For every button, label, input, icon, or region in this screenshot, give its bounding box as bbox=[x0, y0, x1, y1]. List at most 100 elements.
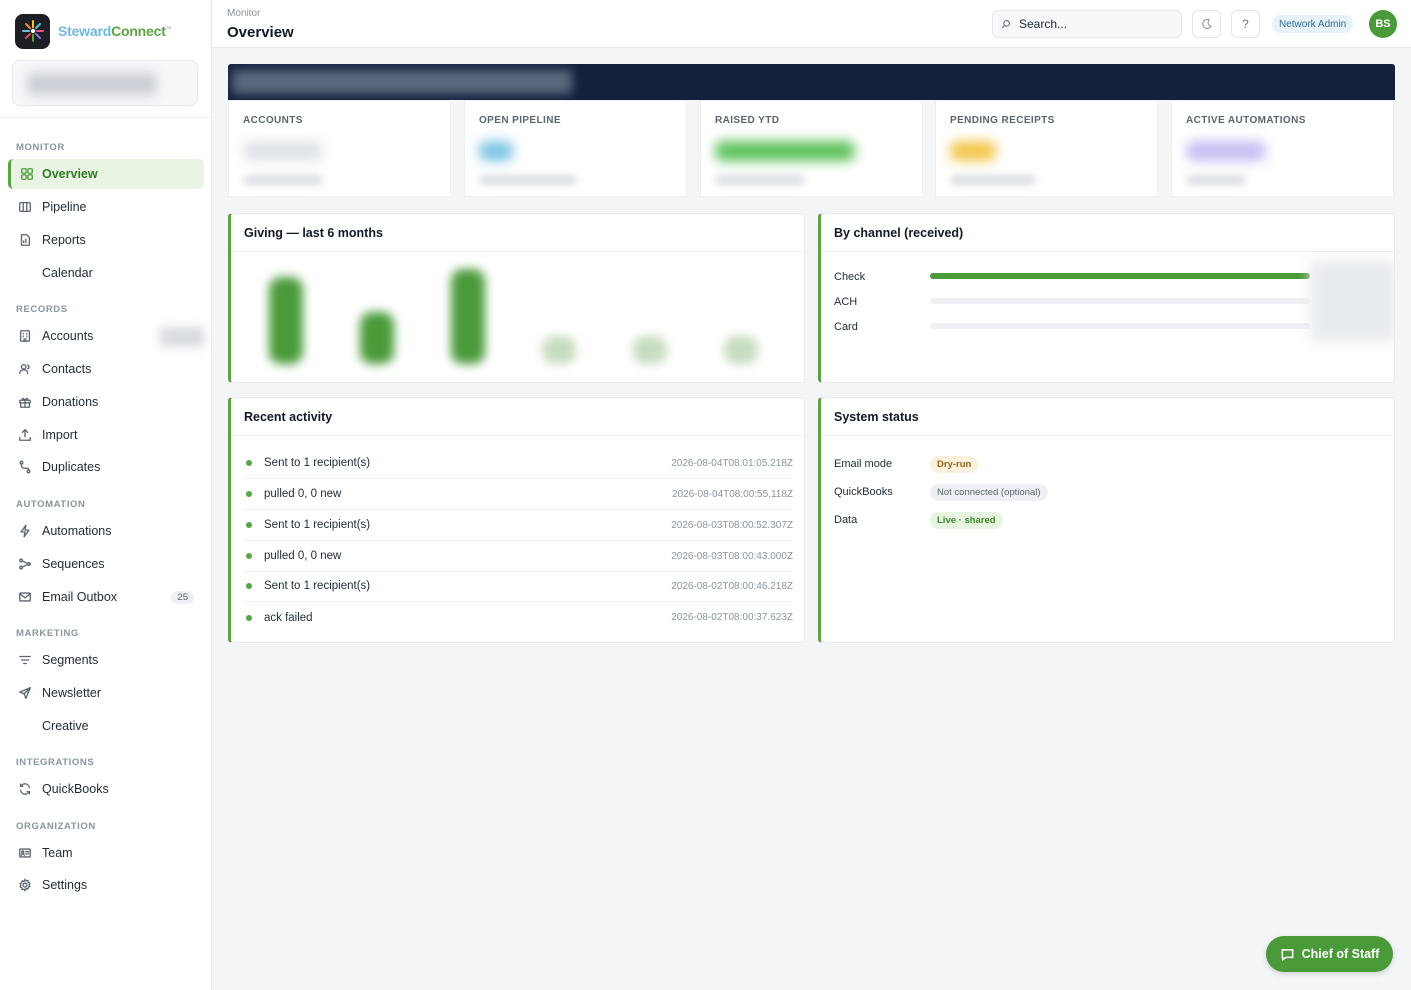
users-icon bbox=[19, 363, 30, 375]
giving-bar bbox=[451, 269, 485, 364]
logo-icon bbox=[15, 13, 50, 49]
status-dot bbox=[246, 553, 252, 559]
sidebar-item-pipeline[interactable]: Pipeline bbox=[8, 192, 204, 222]
help-button[interactable]: ? bbox=[1231, 10, 1260, 38]
sidebar-item-sequences[interactable]: Sequences bbox=[8, 549, 204, 579]
brand-name: StewardConnect™ bbox=[58, 23, 172, 39]
giving-bar bbox=[269, 276, 303, 364]
moon-icon bbox=[1201, 18, 1212, 29]
activity-timestamp: 2026-08-04T08:00:55.118Z bbox=[671, 488, 793, 500]
nav-section-records: RECORDS bbox=[16, 304, 68, 315]
redacted-organization-name bbox=[27, 73, 157, 95]
page-title: Overview bbox=[227, 24, 294, 41]
kpi-label: PENDING RECEIPTS bbox=[950, 115, 1055, 126]
sidebar-item-reports[interactable]: Reports bbox=[8, 225, 204, 255]
sidebar-item-creative[interactable]: Creative bbox=[8, 711, 204, 741]
activity-row[interactable]: pulled 0, 0 new 2026-08-03T08:00:43.000Z bbox=[244, 541, 793, 572]
kpi-label: RAISED YTD bbox=[715, 115, 780, 126]
activity-row[interactable]: Sent to 1 recipient(s) 2026-08-04T08:01:… bbox=[244, 448, 793, 479]
search-icon bbox=[1001, 20, 1010, 29]
kpi-card-pending-receipts[interactable]: PENDING RECEIPTS bbox=[935, 100, 1158, 197]
avatar[interactable]: BS bbox=[1369, 10, 1397, 38]
sidebar-item-label: Import bbox=[42, 428, 78, 442]
refresh-icon bbox=[19, 783, 31, 795]
sidebar-item-donations[interactable]: Donations bbox=[8, 387, 204, 417]
sidebar-item-newsletter[interactable]: Newsletter bbox=[8, 678, 204, 708]
sidebar-item-accounts[interactable]: Accounts bbox=[8, 321, 204, 351]
sidebar-item-settings[interactable]: Settings bbox=[8, 870, 204, 900]
activity-text: pulled 0, 0 new bbox=[264, 550, 342, 562]
kpi-card-active-automations[interactable]: ACTIVE AUTOMATIONS bbox=[1171, 100, 1394, 197]
search-box[interactable] bbox=[992, 10, 1182, 38]
role-badge: Network Admin bbox=[1272, 15, 1354, 33]
activity-row[interactable]: Sent to 1 recipient(s) 2026-08-03T08:00:… bbox=[244, 510, 793, 541]
building-icon bbox=[19, 330, 31, 342]
sidebar-item-duplicates[interactable]: Duplicates bbox=[8, 452, 204, 482]
sidebar-item-label: Team bbox=[42, 846, 73, 860]
theme-toggle-button[interactable] bbox=[1192, 10, 1221, 38]
sidebar-item-label: Reports bbox=[42, 233, 86, 247]
redacted-accounts-badge bbox=[160, 327, 204, 347]
kpi-card-open-pipeline[interactable]: OPEN PIPELINE bbox=[464, 100, 687, 197]
redacted-kpi-subtext bbox=[950, 175, 1036, 185]
activity-row[interactable]: pulled 0, 0 new 2026-08-04T08:00:55.118Z bbox=[244, 479, 793, 510]
gear-icon bbox=[19, 878, 31, 892]
brand[interactable]: StewardConnect™ bbox=[0, 0, 211, 62]
redacted-kpi-value bbox=[950, 141, 996, 161]
status-dot bbox=[246, 614, 252, 621]
sidebar-item-label: Pipeline bbox=[42, 200, 87, 214]
status-row-data: Data Live · shared bbox=[834, 511, 1003, 529]
channel-panel-title: By channel (received) bbox=[821, 214, 1394, 252]
status-badge: Not connected (optional) bbox=[930, 483, 1048, 501]
sidebar-item-contacts[interactable]: Contacts bbox=[8, 354, 204, 384]
giving-bar bbox=[360, 311, 394, 364]
id-card-icon bbox=[19, 848, 31, 858]
status-label: Email mode bbox=[834, 458, 893, 470]
kpi-label: ACCOUNTS bbox=[243, 115, 303, 126]
sidebar-item-label: QuickBooks bbox=[42, 782, 109, 796]
sidebar-item-calendar[interactable]: Calendar bbox=[8, 258, 204, 288]
activity-timestamp: 2026-08-02T08:00:46.218Z bbox=[671, 580, 793, 592]
columns-icon bbox=[19, 201, 31, 213]
sidebar-item-segments[interactable]: Segments bbox=[8, 645, 204, 675]
activity-text: Sent to 1 recipient(s) bbox=[264, 580, 371, 592]
giving-panel: Giving — last 6 months bbox=[228, 213, 805, 383]
status-label: Data bbox=[834, 514, 858, 526]
system-status-title: System status bbox=[821, 398, 1394, 436]
sidebar-item-automations[interactable]: Automations bbox=[8, 516, 204, 546]
nav-section-marketing: MARKETING bbox=[16, 628, 79, 639]
activity-timestamp: 2026-08-03T08:00:52.307Z bbox=[671, 519, 793, 531]
sidebar-item-label: Duplicates bbox=[42, 460, 101, 474]
sidebar-item-label: Overview bbox=[42, 167, 98, 181]
kpi-card-raised-ytd[interactable]: RAISED YTD bbox=[700, 100, 923, 197]
channel-label-ach: ACH bbox=[834, 296, 858, 308]
organization-switcher[interactable] bbox=[12, 60, 198, 106]
sidebar-item-email-outbox[interactable]: Email Outbox 25 bbox=[8, 582, 204, 612]
send-icon bbox=[19, 687, 31, 699]
status-badge: Dry-run bbox=[930, 455, 979, 473]
redacted-banner-text bbox=[232, 70, 572, 94]
breadcrumb[interactable]: Monitor bbox=[227, 8, 260, 19]
merge-icon bbox=[19, 460, 31, 474]
giving-bar bbox=[633, 335, 667, 364]
sidebar-item-import[interactable]: Import bbox=[8, 420, 204, 450]
sidebar-item-label: Segments bbox=[42, 653, 99, 667]
activity-row[interactable]: ack failed 2026-08-02T08:00:37.623Z bbox=[244, 602, 793, 633]
sidebar-item-team[interactable]: Team bbox=[8, 838, 204, 868]
activity-row[interactable]: Sent to 1 recipient(s) 2026-08-02T08:00:… bbox=[244, 571, 793, 602]
nav-section-organization: ORGANIZATION bbox=[16, 821, 96, 832]
kpi-label: ACTIVE AUTOMATIONS bbox=[1186, 115, 1306, 126]
status-row-quickbooks: QuickBooks Not connected (optional) bbox=[834, 483, 1048, 501]
kpi-card-accounts[interactable]: ACCOUNTS bbox=[228, 100, 451, 197]
redacted-kpi-subtext bbox=[1186, 175, 1246, 185]
trademark: ™ bbox=[165, 26, 172, 33]
status-dot bbox=[246, 491, 252, 497]
chief-of-staff-button[interactable]: Chief of Staff bbox=[1266, 936, 1393, 972]
sidebar-item-quickbooks[interactable]: QuickBooks bbox=[8, 774, 204, 804]
search-input[interactable] bbox=[1019, 17, 1169, 31]
status-dot bbox=[246, 522, 252, 528]
channel-track-card bbox=[930, 323, 1310, 329]
activity-timestamp: 2026-08-03T08:00:43.000Z bbox=[671, 550, 793, 562]
sidebar-item-overview[interactable]: Overview bbox=[8, 159, 204, 189]
status-label: QuickBooks bbox=[834, 486, 893, 498]
